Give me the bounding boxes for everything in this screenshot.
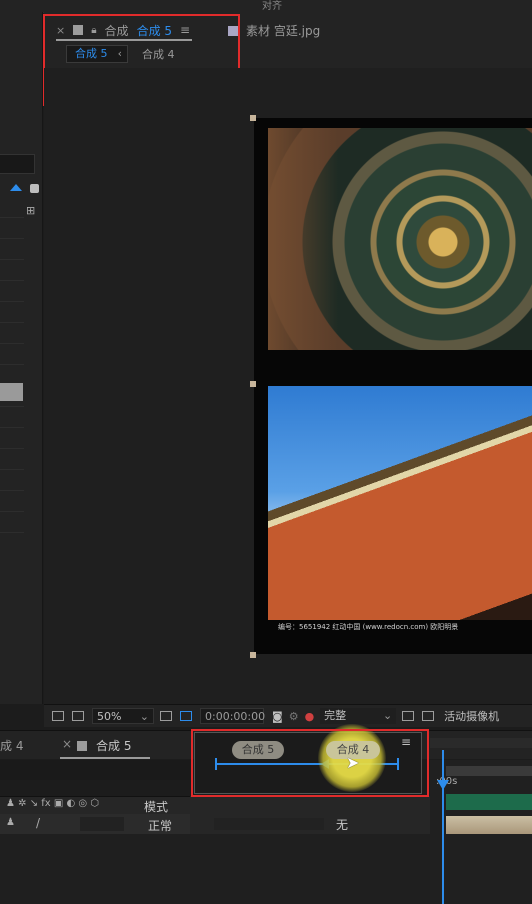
quality-icon[interactable]: / bbox=[36, 816, 40, 830]
layer-switches[interactable] bbox=[80, 817, 124, 831]
project-panel: ⊞ bbox=[0, 12, 43, 704]
parent-field[interactable] bbox=[214, 818, 324, 830]
footage-color-swatch bbox=[228, 25, 238, 36]
active-camera-label[interactable]: 活动摄像机 bbox=[444, 708, 499, 724]
fit-icon[interactable] bbox=[160, 711, 172, 721]
palace-wall-image[interactable] bbox=[268, 386, 532, 620]
transform-handle[interactable] bbox=[250, 652, 256, 658]
playhead-handle-icon[interactable] bbox=[437, 780, 449, 790]
timeline-tab-active[interactable]: 合成 5 bbox=[96, 737, 131, 754]
switches-icons[interactable]: ♟ ✲ ↘ fx ▣ ◐ ◎ ⬡ bbox=[6, 798, 99, 809]
timecode-field[interactable]: 0:00:00:00 bbox=[200, 708, 265, 724]
fast-preview-icon[interactable] bbox=[402, 711, 415, 721]
transform-handle[interactable] bbox=[250, 381, 256, 387]
palace-ceiling-image[interactable] bbox=[268, 128, 532, 350]
color-channel-icon[interactable]: ● bbox=[305, 710, 315, 723]
region-of-interest-icon[interactable] bbox=[180, 711, 192, 721]
sort-up-icon[interactable] bbox=[10, 184, 22, 191]
comp-color-swatch bbox=[77, 741, 87, 751]
zoom-select[interactable]: 50% ⌄ bbox=[92, 708, 154, 724]
monitor-icon[interactable] bbox=[72, 711, 84, 721]
always-preview-icon[interactable] bbox=[52, 711, 64, 721]
transform-handle[interactable] bbox=[250, 115, 256, 121]
chevron-down-icon: ⌄ bbox=[139, 710, 149, 723]
source-footage-tab[interactable]: 素材 宫廷.jpg bbox=[228, 22, 320, 39]
timeline-tab-previous[interactable]: 成 4 bbox=[0, 737, 23, 754]
project-item-selected[interactable] bbox=[0, 383, 23, 401]
camera-snapshot-icon[interactable]: ◙ bbox=[272, 710, 283, 723]
layer-clip-bar[interactable] bbox=[446, 816, 532, 834]
timeline-column-headers: ♟ ✲ ↘ fx ▣ ◐ ◎ ⬡ 模式 bbox=[0, 796, 190, 815]
image-watermark-caption: 编号：5651942 红动中国 (www.redocn.com) 欧阳明景 bbox=[278, 623, 459, 631]
highlight-box-flowchart bbox=[191, 729, 429, 797]
project-search-field[interactable] bbox=[0, 154, 35, 174]
work-area-bar[interactable] bbox=[446, 766, 532, 776]
resolution-value: 完整 bbox=[324, 709, 347, 722]
zoom-value: 50% bbox=[97, 710, 122, 723]
timeline-search-row[interactable] bbox=[0, 760, 190, 780]
resolution-select[interactable]: 完整 ⌄ bbox=[320, 708, 397, 724]
timeline-layer-row[interactable]: ♟ / 正常 bbox=[0, 814, 190, 834]
viewer-footer-toolbar: 50% ⌄ 0:00:00:00 ◙ ⚙ ● 完整 ⌄ 活动摄像机 bbox=[44, 704, 532, 727]
mode-column-header: 模式 bbox=[144, 800, 169, 814]
tag-icon[interactable] bbox=[30, 184, 39, 193]
layer-blend-mode[interactable]: 正常 bbox=[148, 817, 172, 834]
timeline-columns-extra: 无 bbox=[190, 796, 430, 834]
align-label[interactable]: 对齐 bbox=[262, 0, 282, 12]
current-time-indicator[interactable] bbox=[442, 750, 444, 904]
show-snapshot-icon[interactable]: ⚙ bbox=[289, 710, 299, 723]
time-navigator[interactable] bbox=[430, 738, 532, 748]
chevron-down-icon: ⌄ bbox=[382, 709, 393, 722]
transparency-grid-icon[interactable] bbox=[422, 711, 435, 721]
hierarchy-icon[interactable]: ⊞ bbox=[26, 204, 35, 217]
work-area-green-bar[interactable] bbox=[446, 794, 532, 810]
shy-icon[interactable]: ♟ bbox=[6, 817, 15, 828]
track-matte-value[interactable]: 无 bbox=[336, 816, 348, 833]
active-tab-underline bbox=[60, 757, 150, 759]
footage-tab-label: 素材 宫廷.jpg bbox=[246, 24, 321, 38]
close-icon[interactable]: × bbox=[62, 737, 72, 751]
